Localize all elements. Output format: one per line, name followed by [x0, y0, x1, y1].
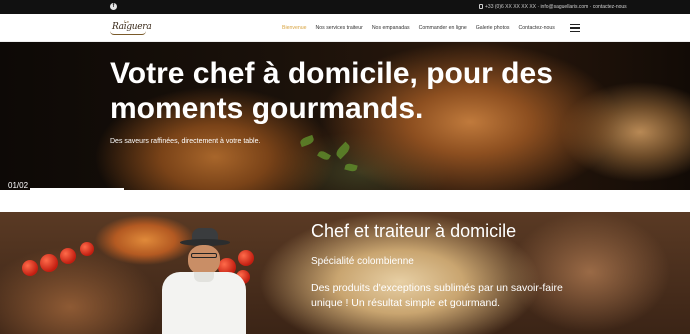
nav-item-empanadas[interactable]: Nos empanadas	[372, 25, 410, 31]
main-navigation: Le Raiguera Bienvenue Nos services trait…	[0, 14, 690, 42]
chef-hat	[180, 228, 230, 246]
section-separator	[0, 190, 690, 212]
hero-slider: Votre chef à domicile, pour des moments …	[0, 42, 690, 190]
top-bar: f +33 (0)6 XX XX XX XX · info@saguellari…	[0, 0, 690, 14]
phone-icon	[479, 4, 483, 9]
section-specialty: Spécialité colombienne	[311, 256, 414, 267]
nav-item-contact[interactable]: Contactez-nous	[519, 25, 555, 31]
chef-glasses	[191, 253, 217, 258]
tomato-decoration	[60, 248, 76, 264]
tomato-decoration	[80, 242, 94, 256]
section-description: Des produits d'exceptions sublimés par u…	[311, 282, 563, 309]
nav-menu: Bienvenue Nos services traiteur Nos empa…	[282, 25, 564, 31]
slide-counter: 01/02	[8, 181, 29, 190]
hero-subtitle: Des saveurs raffinées, directement à vot…	[110, 138, 261, 145]
contact-info: +33 (0)6 XX XX XX XX · info@saguellaris.…	[479, 4, 627, 10]
facebook-icon[interactable]: f	[110, 3, 117, 10]
chef-section-content: Chef et traiteur à domicile Spécialité c…	[311, 220, 571, 311]
contact-text[interactable]: +33 (0)6 XX XX XX XX · info@saguellaris.…	[485, 4, 627, 10]
chef-collar	[194, 272, 214, 282]
chef-face	[188, 245, 220, 275]
nav-item-bienvenue[interactable]: Bienvenue	[282, 25, 307, 31]
tomato-decoration	[22, 260, 38, 276]
chef-portrait	[160, 228, 248, 334]
logo-swirl	[110, 31, 146, 35]
tomato-decoration	[40, 254, 58, 272]
nav-item-services-traiteur[interactable]: Nos services traiteur	[316, 25, 363, 31]
hamburger-icon[interactable]	[570, 24, 580, 32]
nav-item-commander[interactable]: Commander en ligne	[419, 25, 467, 31]
section-heading: Chef et traiteur à domicile	[311, 221, 517, 241]
nav-item-galerie[interactable]: Galerie photos	[476, 25, 510, 31]
hero-title: Votre chef à domicile, pour des moments …	[110, 57, 553, 125]
site-logo[interactable]: Le Raiguera	[110, 19, 152, 36]
